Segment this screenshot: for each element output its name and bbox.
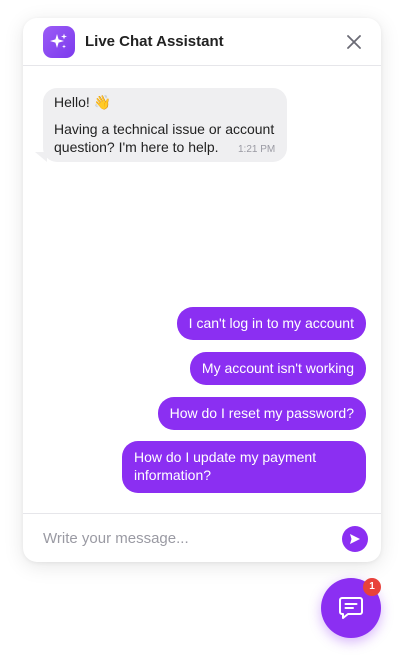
user-message: I can't log in to my account [176, 307, 366, 340]
message-timestamp: 1:21 PM [238, 144, 276, 155]
bot-greeting: Hello! 👋 [54, 94, 112, 110]
close-icon [347, 35, 361, 49]
chat-header: Live Chat Assistant [23, 18, 381, 66]
message-input[interactable] [43, 527, 323, 549]
notification-badge: 1 [363, 578, 381, 596]
user-message: How do I reset my password? [157, 397, 366, 430]
sparkle-icon [43, 26, 75, 58]
chat-icon [339, 597, 363, 619]
header-title: Live Chat Assistant [85, 33, 224, 50]
message-composer [23, 513, 381, 562]
close-button[interactable] [343, 31, 365, 53]
chat-window: Live Chat Assistant Hello! 👋 Having a te… [23, 18, 381, 562]
send-icon [350, 534, 360, 544]
send-button[interactable] [342, 526, 368, 552]
bot-message: Hello! 👋 Having a technical issue or acc… [43, 88, 287, 162]
user-message: How do I update my payment information? [122, 441, 366, 493]
user-message: My account isn't working [189, 352, 366, 385]
